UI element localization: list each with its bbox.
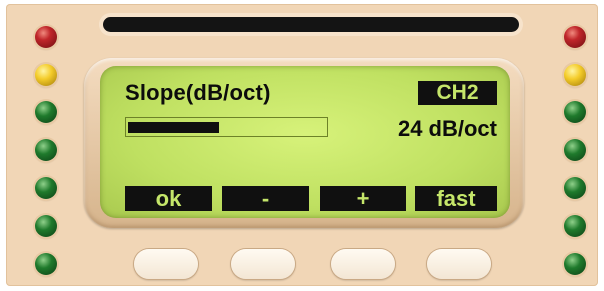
hardware-button-minus[interactable] [231,249,295,279]
right-led-3 [564,101,586,123]
right-led-2 [564,64,586,86]
left-led-2 [35,64,57,86]
left-led-3 [35,101,57,123]
softkey-fast-label: fast [415,186,497,211]
value-readout: 24 dB/oct [397,116,497,141]
softkey-plus-label: + [320,186,406,211]
right-led-6 [564,215,586,237]
parameter-title: Slope(dB/oct) [125,80,271,105]
hardware-button-plus[interactable] [331,249,395,279]
softkey-ok-label: ok [125,186,212,211]
media-slot [103,17,519,32]
softkey-minus-label: - [222,186,309,211]
right-led-7 [564,253,586,275]
right-led-1 [564,26,586,48]
level-bar-fill [128,122,219,133]
channel-badge: CH2 [418,81,497,105]
left-led-1 [35,26,57,48]
hardware-button-fast[interactable] [427,249,491,279]
left-led-5 [35,177,57,199]
left-led-7 [35,253,57,275]
right-led-5 [564,177,586,199]
left-led-4 [35,139,57,161]
right-led-4 [564,139,586,161]
hardware-button-ok[interactable] [134,249,198,279]
left-led-6 [35,215,57,237]
